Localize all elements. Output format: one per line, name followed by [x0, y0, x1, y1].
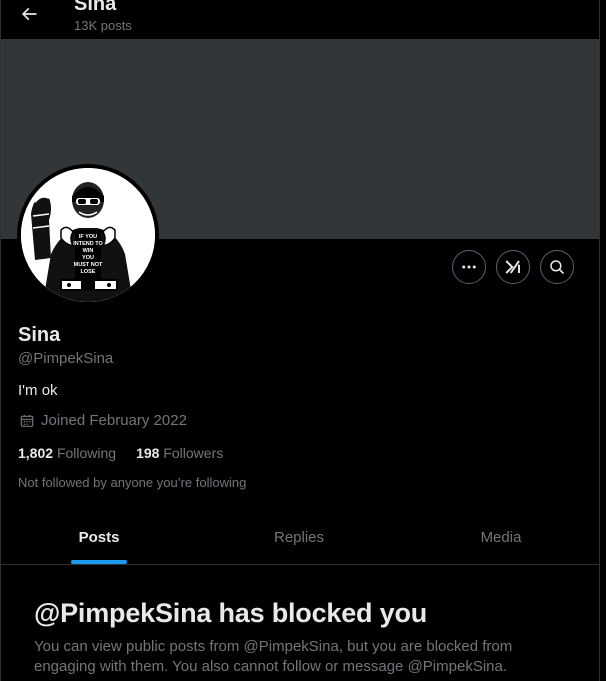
tab-replies[interactable]: Replies — [197, 511, 401, 564]
arrow-left-icon — [21, 7, 37, 21]
following-count: 1,802 — [18, 445, 54, 461]
followers-link[interactable]: 198 Followers — [136, 444, 223, 462]
active-tab-indicator — [71, 560, 127, 564]
header-post-count: 13K posts — [74, 18, 132, 33]
shirt-text-line-3: WIN — [83, 248, 94, 254]
profile-page: Sina 13K posts IF YOU INTEND TO WIN YOU … — [0, 0, 600, 681]
header-title: Sina — [74, 0, 117, 15]
tab-posts-label: Posts — [78, 529, 120, 546]
followers-label: Followers — [163, 445, 224, 461]
profile-tabs: Posts Replies Media — [1, 511, 599, 565]
profile-handle: @PimpekSina — [18, 350, 114, 367]
avatar[interactable]: IF YOU INTEND TO WIN YOU MUST NOT LOSE — [17, 164, 159, 306]
avatar-illustration: IF YOU INTEND TO WIN YOU MUST NOT LOSE — [21, 168, 155, 302]
top-bar: Sina 13K posts — [1, 0, 599, 40]
shirt-text-line-5: MUST NOT — [74, 262, 103, 268]
profile-bio: I'm ok — [18, 382, 58, 399]
more-horizontal-icon — [462, 265, 476, 269]
calendar-icon — [18, 412, 36, 430]
search-icon — [550, 260, 564, 274]
follow-counts: 1,802 Following 198 Followers — [18, 444, 243, 462]
profile-display-name: Sina — [18, 324, 61, 346]
shirt-text-line-1: IF YOU — [79, 234, 97, 240]
page-edge — [600, 0, 606, 681]
following-label: Following — [56, 445, 117, 461]
shirt-text-line-2: INTEND TO — [73, 241, 103, 247]
tab-media-label: Media — [480, 529, 522, 546]
blocked-message: You can view public posts from @PimpekSi… — [34, 638, 513, 675]
search-profile-button[interactable] — [540, 250, 574, 284]
following-link[interactable]: 1,802 Following — [18, 444, 116, 462]
grok-button[interactable] — [496, 250, 530, 284]
followed-by-note: Not followed by anyone you’re following — [18, 475, 247, 490]
joined-date: Joined February 2022 — [18, 412, 187, 430]
more-button[interactable] — [452, 250, 486, 284]
grok-icon — [505, 260, 520, 274]
back-button[interactable] — [13, 0, 45, 28]
avatar-image: IF YOU INTEND TO WIN YOU MUST NOT LOSE — [21, 168, 155, 302]
shirt-text-line-6: LOSE — [81, 269, 96, 275]
joined-text: Joined February 2022 — [41, 412, 187, 429]
tab-replies-label: Replies — [273, 529, 325, 546]
tab-posts[interactable]: Posts — [1, 511, 197, 564]
shirt-text-line-4: YOU — [82, 255, 94, 261]
tab-media[interactable]: Media — [401, 511, 599, 564]
blocked-title: @PimpekSina has blocked you — [34, 598, 428, 628]
followers-count: 198 — [136, 445, 160, 461]
